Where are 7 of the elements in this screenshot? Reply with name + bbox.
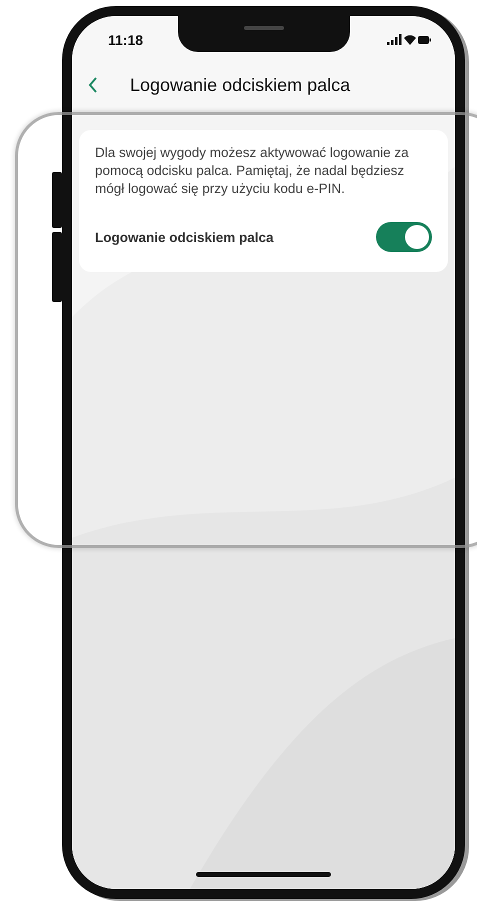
status-time: 11:18 bbox=[108, 31, 144, 48]
back-icon[interactable] bbox=[88, 76, 98, 94]
toggle-switch[interactable] bbox=[376, 222, 432, 252]
toggle-label: Logowanie odciskiem palca bbox=[95, 230, 274, 244]
status-icons bbox=[387, 34, 431, 46]
description-text: Dla swojej wygody możesz aktywować logowanie za pomocą odcisku palca. Pamiętaj, że nadal będziesz mógł logować się przy użyciu kodu e-PIN. bbox=[95, 144, 410, 198]
screen-title: Logowanie odciskiem palca bbox=[130, 74, 350, 96]
